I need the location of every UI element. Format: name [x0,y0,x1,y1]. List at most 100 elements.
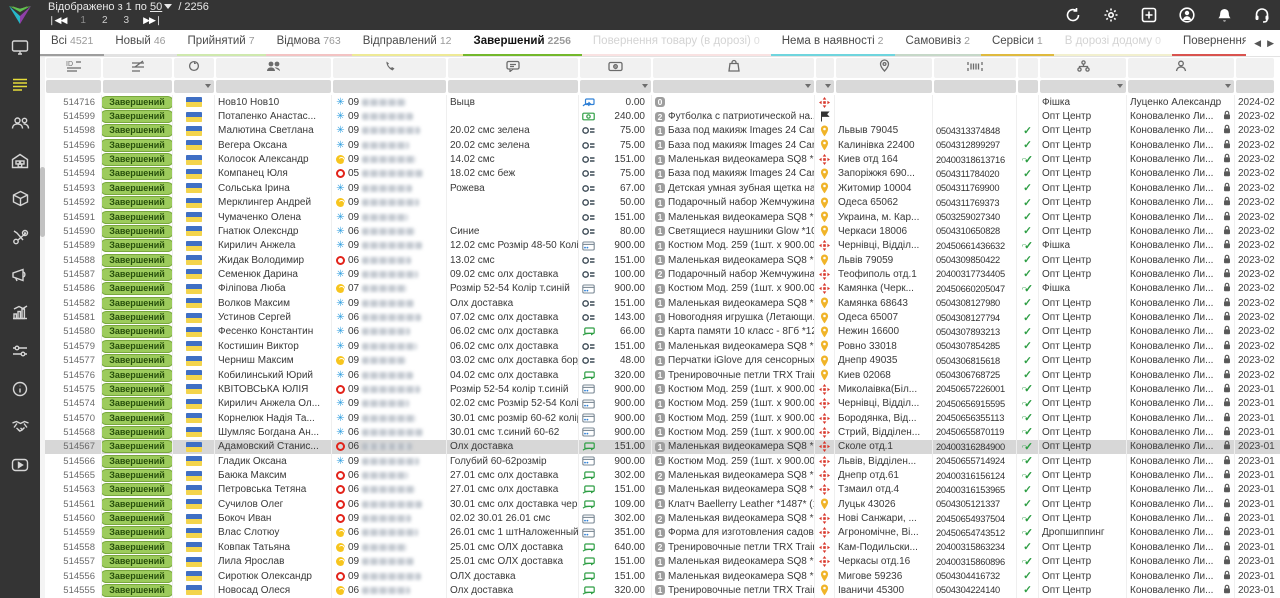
order-row-514586[interactable]: 514586ЗавершенийФіліпова Люба07Розмір 52… [45,282,1280,296]
order-row-514596[interactable]: 514596ЗавершенийВегера Оксана✳0920.02 см… [45,138,1280,152]
column-header-phone[interactable] [333,58,446,78]
column-header-amount[interactable]: $ [580,58,651,78]
column-header-check[interactable] [1018,58,1038,78]
sidebar-item-info[interactable] [0,372,40,410]
tab-всі[interactable]: Всі4521 [40,30,104,57]
order-row-514593[interactable]: 514593ЗавершенийСольська Ірина✳09Рожева6… [45,181,1280,195]
filter-input-check[interactable] [1018,80,1038,93]
order-row-514556[interactable]: 514556ЗавершенийСиротюк Олександр09ОЛХ д… [45,569,1280,583]
order-row-514582[interactable]: 514582ЗавершенийВолков Максим✳09Олх дост… [45,296,1280,310]
filter-input-amount[interactable] [580,80,651,93]
order-row-514589[interactable]: 514589ЗавершенийКирилич Анжела✳0912.02 с… [45,239,1280,253]
order-row-514592[interactable]: 514592ЗавершенийМерклингер Андрей0950.00… [45,196,1280,210]
column-header-fulfillment[interactable] [1040,58,1126,78]
notifications-bell-icon[interactable] [1217,7,1232,23]
page-size-select[interactable]: 50 [150,1,162,13]
tabs-scroll-left-icon[interactable]: ◀ [1254,38,1261,49]
order-row-514557[interactable]: 514557ЗавершенийЛила Ярослав0925.01 смс … [45,555,1280,569]
sidebar-item-statistics-chart[interactable] [0,296,40,334]
filter-input-status[interactable] [103,80,172,93]
tab-сервіси[interactable]: Сервіси1 [981,30,1054,57]
order-row-514580[interactable]: 514580ЗавершенийФесенко Константин✳0606.… [45,325,1280,339]
profile-icon[interactable] [1179,7,1195,23]
order-row-514576[interactable]: 514576ЗавершенийКобилинський Юрий✳0604.0… [45,368,1280,382]
filter-input-manager[interactable] [1128,80,1234,93]
app-logo-icon[interactable] [0,0,40,30]
order-row-514594[interactable]: 514594ЗавершенийКомпанец Юля0518.02 смс … [45,167,1280,181]
order-row-514570[interactable]: 514570ЗавершенийКорнелюк Надія Та...✳093… [45,411,1280,425]
filter-input-carrier[interactable] [816,80,834,93]
tab-відмова[interactable]: Відмова763 [266,30,352,57]
tab-повернення-товару-в-дорозі-[interactable]: Повернення товару (в дорозі)0 [582,30,771,57]
tab-нема-в-наявності[interactable]: Нема в наявності2 [771,30,895,57]
column-header-customer[interactable] [216,58,331,78]
order-row-514565[interactable]: 514565ЗавершенийБаюка Максим0627.01 смс … [45,468,1280,482]
page-number-3[interactable]: 3 [124,15,130,26]
order-row-514579[interactable]: 514579ЗавершенийКостишин Виктор✳0906.02 … [45,339,1280,353]
sidebar-item-partners-handshake[interactable] [0,410,40,448]
refresh-icon[interactable] [1065,7,1081,23]
order-row-514574[interactable]: 514574ЗавершенийКирилич Анжела Ол...✳090… [45,397,1280,411]
sidebar-item-products-cube[interactable] [0,182,40,220]
tabs-scroll-right-icon[interactable]: ▶ [1267,38,1274,49]
filter-input-date[interactable] [1236,80,1274,93]
support-headset-icon[interactable] [1254,7,1270,23]
tab-в-дорозі-додому[interactable]: В дорозі додому0 [1054,30,1172,57]
last-page-button[interactable]: ▶▶❘ [143,15,161,26]
column-header-manager[interactable] [1128,58,1234,78]
scrollbar-thumb[interactable] [40,167,45,237]
order-row-514559[interactable]: 514559ЗавершенийВлас Слотюу0626.01 смс 1… [45,526,1280,540]
page-number-2[interactable]: 2 [102,15,108,26]
filter-input-comment[interactable] [448,80,578,93]
order-row-514590[interactable]: 514590ЗавершенийГнатюк Олексндр✳06Синие8… [45,224,1280,238]
column-header-date[interactable] [1236,58,1274,78]
filter-input-location[interactable] [836,80,932,93]
order-row-514588[interactable]: 514588ЗавершенийЖидак Володимир0613.02 с… [45,253,1280,267]
order-row-514558[interactable]: 514558ЗавершенийКовпак Татьяна0925.01 см… [45,540,1280,554]
column-header-source[interactable] [174,58,214,78]
page-number-1[interactable]: 1 [80,15,86,26]
sidebar-item-warehouse[interactable] [0,144,40,182]
tab-самовивіз[interactable]: Самовивіз2 [895,30,981,57]
order-row-514561[interactable]: 514561ЗавершенийСучилов Олег0630.01 смс … [45,497,1280,511]
order-row-514560[interactable]: 514560ЗавершенийБокоч Иван0902.02 30.01 … [45,511,1280,525]
sidebar-item-dashboard-monitor[interactable] [0,30,40,68]
column-header-carrier[interactable] [816,58,834,78]
order-row-514575[interactable]: 514575ЗавершенийКВІТОВСЬКА ЮЛІЯ09Розмір … [45,382,1280,396]
order-row-514591[interactable]: 514591ЗавершенийЧумаченко Олена✳09151.00… [45,210,1280,224]
filter-input-source[interactable] [174,80,214,93]
order-row-514563[interactable]: 514563ЗавершенийПетровська Тетяна0627.01… [45,483,1280,497]
sidebar-item-settings-sliders[interactable] [0,334,40,372]
order-row-514581[interactable]: 514581ЗавершенийУстинов Сергей✳0607.02 с… [45,310,1280,324]
order-row-514716[interactable]: 514716ЗавершенийНов10 Нов10✳09Выцв0.000Ф… [45,95,1280,109]
sidebar-item-marketing-megaphone[interactable] [0,258,40,296]
column-header-status[interactable] [103,58,172,78]
order-row-514599[interactable]: 514599ЗавершенийПотапенко Анастас...✳092… [45,109,1280,123]
order-row-514555[interactable]: 514555ЗавершенийНовосад Олеся06Олх доста… [45,583,1280,597]
order-row-514595[interactable]: 514595ЗавершенийКолосок Александр0914.02… [45,152,1280,166]
sidebar-item-procurement-cart[interactable] [0,220,40,258]
order-row-514577[interactable]: 514577ЗавершенийЧерниш Максим0903.02 смс… [45,353,1280,367]
filter-input-product[interactable] [653,80,814,93]
sidebar-item-orders-list[interactable] [0,68,40,106]
settings-gear-icon[interactable] [1103,7,1119,23]
order-row-514598[interactable]: 514598ЗавершенийМалютина Светлана✳0920.0… [45,124,1280,138]
column-header-id[interactable]: ID [46,58,101,78]
add-box-icon[interactable] [1141,7,1157,23]
order-row-514587[interactable]: 514587ЗавершенийСеменюк Дарина✳0909.02 с… [45,267,1280,281]
order-row-514568[interactable]: 514568ЗавершенийШумляс Богдана Ан...✳063… [45,425,1280,439]
order-row-514566[interactable]: 514566ЗавершенийГладик Оксана✳09Голубий … [45,454,1280,468]
tab-завершений[interactable]: Завершений2256 [463,30,582,57]
table-scrollbar[interactable] [40,57,45,598]
column-header-location[interactable] [836,58,932,78]
sidebar-item-customers-people[interactable] [0,106,40,144]
tab-новый[interactable]: Новый46 [104,30,176,57]
filter-input-phone[interactable] [333,80,446,93]
filter-input-fulfillment[interactable] [1040,80,1126,93]
sidebar-item-video-tutorials[interactable] [0,448,40,486]
column-header-product[interactable] [653,58,814,78]
filter-input-ttn[interactable] [934,80,1016,93]
column-header-ttn[interactable] [934,58,1016,78]
tab-відправлений[interactable]: Відправлений12 [352,30,463,57]
filter-input-customer[interactable] [216,80,331,93]
